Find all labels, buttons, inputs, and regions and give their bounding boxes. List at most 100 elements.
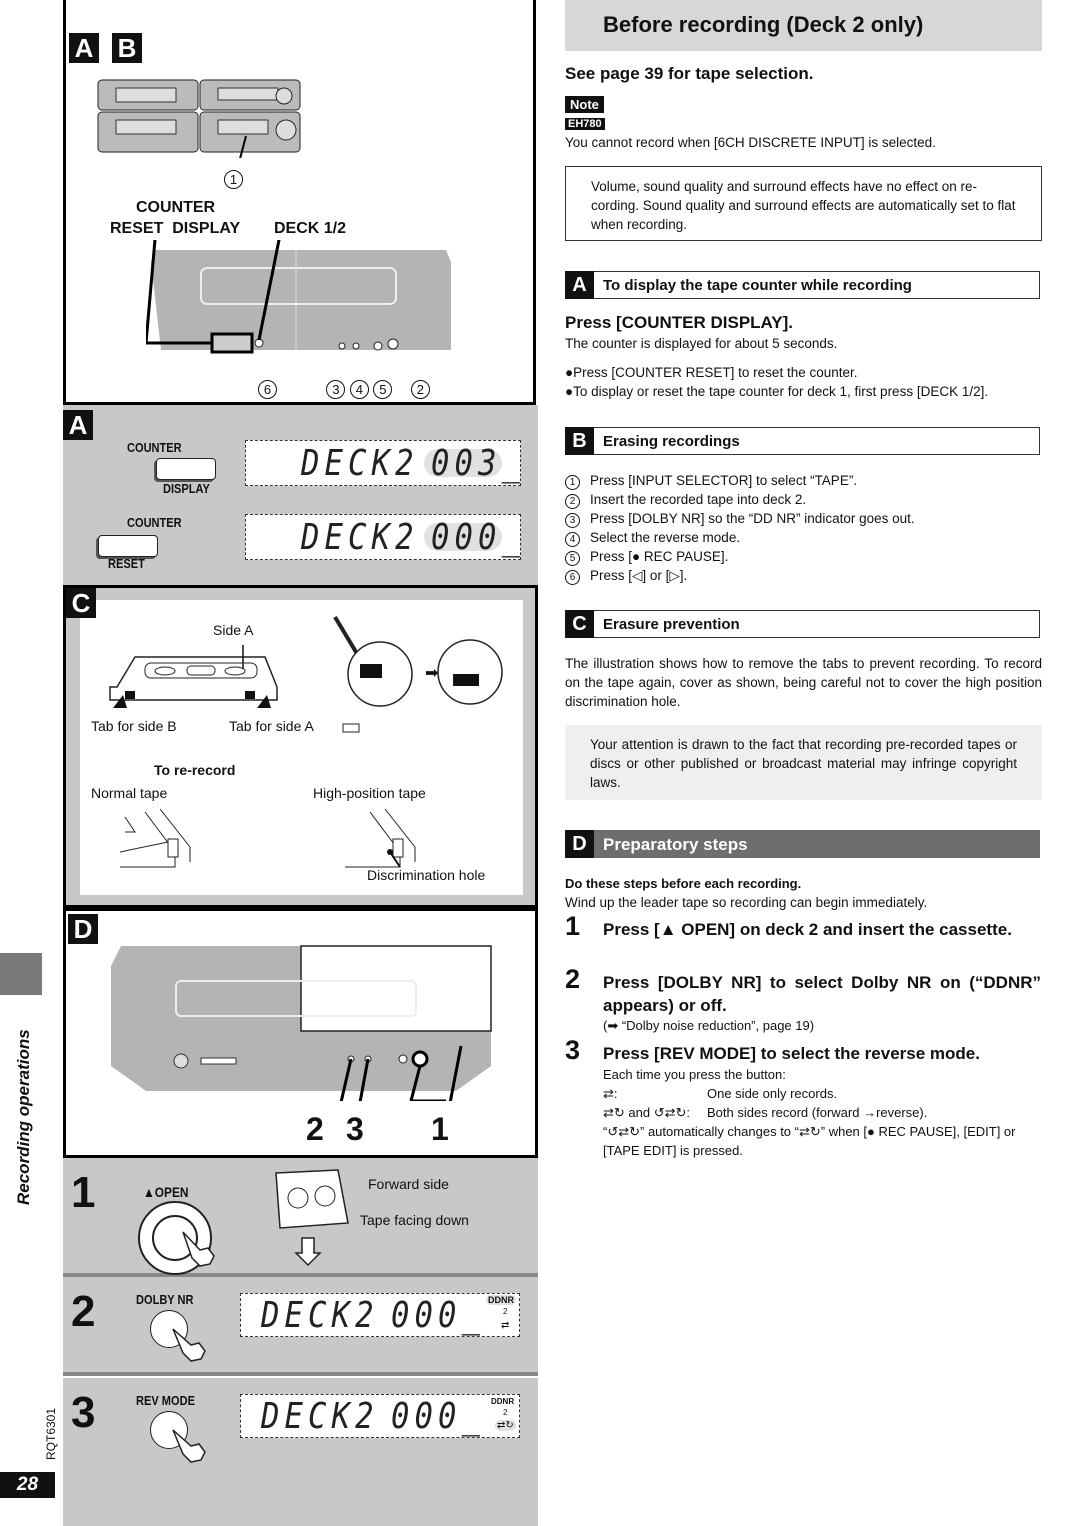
- section-title: To display the tape counter while record…: [603, 277, 912, 294]
- section-a-desc: The counter is displayed for about 5 sec…: [565, 336, 838, 351]
- note-text: You cannot record when [6CH DISCRETE INP…: [565, 135, 936, 150]
- badge-a: A: [69, 33, 99, 63]
- badge-c: C: [66, 588, 96, 618]
- dolby-nr-indicator: DDNR: [486, 1295, 516, 1305]
- tape-facing-down-label: Tape facing down: [360, 1212, 469, 1228]
- section-d-header: D Preparatory steps: [565, 830, 1040, 858]
- preparatory-intro: Wind up the leader tape so recording can…: [565, 895, 928, 910]
- tab-removal-illustration: ➡: [333, 615, 503, 733]
- list-item: 2 Insert the recorded tape into deck 2.: [565, 490, 1042, 509]
- preparatory-intro-bold: Do these steps before each recording.: [565, 876, 802, 891]
- section-badge: C: [565, 610, 594, 638]
- rev-mode-button-label: REV MODE: [136, 1393, 195, 1408]
- step-number: 2: [71, 1287, 96, 1336]
- step-3-panel: 3 REV MODE DECK2 000_ DDNR 2 ⇄↻: [63, 1378, 538, 1526]
- counter-display-button[interactable]: [156, 458, 216, 480]
- tape-selection-heading: See page 39 for tape selection.: [565, 64, 814, 83]
- lcd-deck-text: DECK2: [261, 1295, 379, 1336]
- erasing-steps-list: 1 Press [INPUT SELECTOR] to select “TAPE”…: [565, 471, 1042, 585]
- reverse-mode-indicator: ⇄↻: [495, 1420, 516, 1431]
- cassette-deck-illustration: [146, 240, 451, 354]
- panel-ab: A B 1 COUNTER RESET DISPLAY DECK 1/2 6 3…: [63, 0, 536, 405]
- page-title-bar: Before recording (Deck 2 only): [565, 0, 1042, 51]
- label-counter: COUNTER: [136, 199, 216, 216]
- callout-group: 6 3 4 5 2: [258, 380, 430, 399]
- section-side-label: Recording operations: [14, 1029, 33, 1205]
- note-badge: Note: [565, 96, 604, 113]
- step-text: Press [REV MODE] to select the reverse m…: [603, 1044, 980, 1063]
- lcd-deck-text: DECK2: [261, 1396, 379, 1437]
- section-title: Preparatory steps: [603, 835, 748, 854]
- section-title: Erasure prevention: [603, 616, 740, 633]
- section-a-bullet: ●Press [COUNTER RESET] to reset the coun…: [565, 365, 858, 380]
- rev-mode-intro: Each time you press the button:: [603, 1067, 786, 1082]
- list-item: 1 Press [INPUT SELECTOR] to select “TAPE”…: [565, 471, 1042, 490]
- section-tab-marker: [0, 953, 42, 995]
- lcd-deck-text: DECK2: [301, 443, 419, 484]
- panel-c-erasure: C Side A ➡ Tab for side B Tab for side A…: [63, 585, 538, 908]
- list-item: 6 Press [◁] or [▷].: [565, 566, 1042, 585]
- section-title: Erasing recordings: [603, 433, 740, 450]
- step-1-panel: 1 ▲OPEN Forward side Tape facing down: [63, 1158, 538, 1277]
- hand-press-icon: [172, 1328, 206, 1362]
- badge-b: B: [112, 33, 142, 63]
- callout-5: 5: [373, 380, 393, 399]
- counter-label: COUNTER: [127, 515, 182, 530]
- section-a-instruction: Press [COUNTER DISPLAY].: [565, 313, 793, 332]
- lcd-display-1: DECK2 003_: [245, 440, 521, 486]
- side-a-label: Side A: [213, 622, 254, 638]
- step-number: 3: [71, 1388, 96, 1437]
- section-badge: D: [565, 830, 594, 858]
- callout-1: 1: [431, 1111, 449, 1147]
- discrimination-hole-label: Discrimination hole: [367, 867, 486, 883]
- svg-text:➡: ➡: [425, 665, 438, 682]
- lcd-display-2: DECK2 000_: [245, 514, 521, 560]
- counter-reset-button[interactable]: [98, 535, 158, 557]
- callout-6: 6: [258, 380, 277, 399]
- label-deck-1-2: DECK 1/2: [274, 220, 347, 237]
- callout-4: 4: [349, 380, 369, 399]
- cassette-insert-illustration: [275, 1169, 349, 1267]
- normal-tape-label: Normal tape: [91, 785, 168, 801]
- reverse-mode-indicator: ⇄: [501, 1320, 510, 1331]
- counter-label: COUNTER: [127, 440, 182, 455]
- rev-mode-icon: ⇄↻ and ↺⇄↻:: [603, 1105, 690, 1120]
- lcd-counter-value: 000_: [391, 1295, 486, 1336]
- step-2-panel: 2 DOLBY NR DECK2 000_ DDNR 2 ⇄: [63, 1277, 538, 1376]
- badge-d: D: [68, 914, 98, 944]
- section-b-header: B Erasing recordings: [565, 427, 1040, 455]
- callout-1: 1: [224, 170, 243, 189]
- badge-a: A: [63, 410, 93, 440]
- section-badge: B: [565, 427, 594, 455]
- rev-mode-icon: ⇄:: [603, 1086, 618, 1101]
- cassette-tabs-illustration: [109, 645, 278, 708]
- normal-tape-corner-illustration: [120, 808, 191, 868]
- dolby-nr-button-label: DOLBY NR: [136, 1292, 194, 1307]
- list-item: 4 Select the reverse mode.: [565, 528, 1042, 547]
- callout-2: 2: [306, 1111, 324, 1147]
- section-c-header: C Erasure prevention: [565, 610, 1040, 638]
- reset-label: RESET: [108, 556, 145, 571]
- lcd-counter-value: 003_: [431, 443, 526, 484]
- page-title: Before recording (Deck 2 only): [603, 12, 924, 37]
- rev-mode-desc: One side only records.: [707, 1086, 838, 1101]
- step-text: Press [DOLBY NR] to select Dolby NR on (…: [603, 973, 1041, 1015]
- forward-side-label: Forward side: [368, 1176, 449, 1192]
- document-code: RQT6301: [44, 1407, 58, 1460]
- section-a-bullet: ●To display or reset the tape counter fo…: [565, 384, 989, 399]
- deck-indicator: 2: [503, 1307, 508, 1316]
- page-number: 28: [0, 1472, 55, 1498]
- callout-3: 3: [346, 1111, 364, 1147]
- dolby-nr-indicator: DDNR: [491, 1397, 515, 1406]
- callout-3: 3: [326, 380, 346, 399]
- callout-2: 2: [410, 380, 430, 399]
- deck-2-illustration: [111, 945, 492, 1101]
- dolby-reference: (➡ “Dolby noise reduction”, page 19): [603, 1018, 815, 1033]
- section-badge: A: [565, 271, 594, 299]
- display-label: DISPLAY: [163, 481, 210, 496]
- lcd-deck-text: DECK2: [301, 517, 419, 558]
- tab-side-b-label: Tab for side B: [91, 718, 177, 734]
- step-number: 3: [565, 1035, 581, 1065]
- rev-mode-note: “↺⇄↻” automatically changes to “⇄↻” when…: [603, 1124, 1016, 1158]
- list-item: 5 Press [● REC PAUSE].: [565, 547, 1042, 566]
